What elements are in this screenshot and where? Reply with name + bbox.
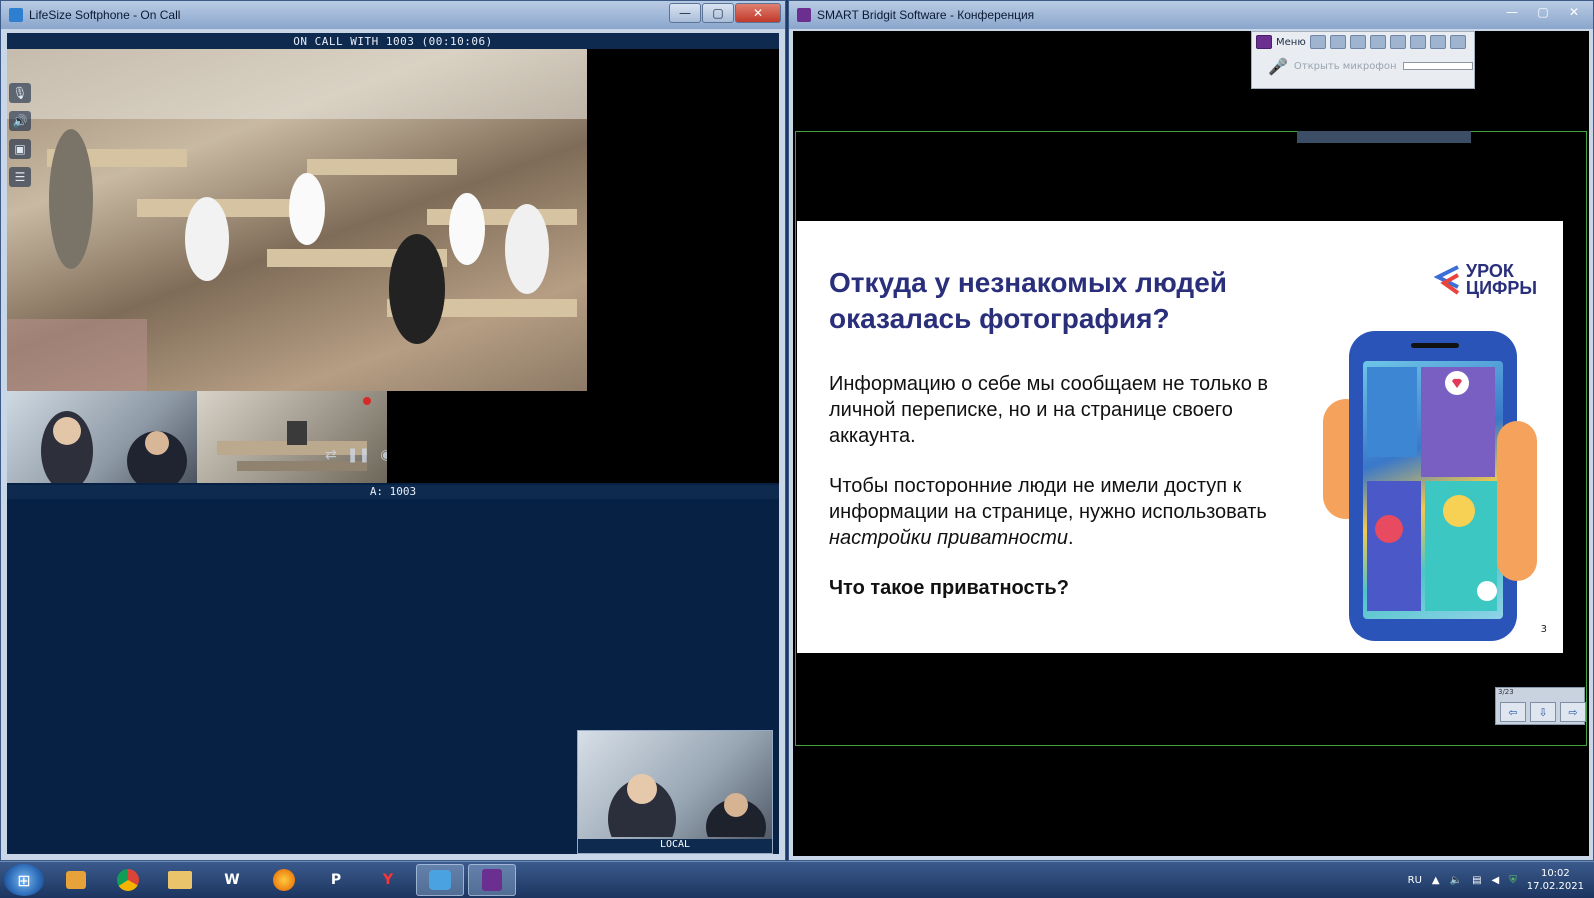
bridgit-toolbar: Меню 🎤 Открыть микрофон [1251, 31, 1475, 89]
minimize-button[interactable]: — [669, 3, 701, 23]
classroom-video-frame [7, 49, 587, 391]
social-collage-image [1367, 367, 1497, 611]
camera-icon[interactable]: ▣ [9, 139, 31, 159]
lifesize-titlebar[interactable]: LifeSize Softphone - On Call — ▢ ✕ [1, 1, 785, 29]
mic-mute-icon[interactable]: 🎙 [9, 83, 31, 103]
window-icon[interactable] [1369, 35, 1386, 49]
maximize-button[interactable]: ▢ [702, 3, 734, 23]
room-image [217, 421, 367, 471]
network-icon[interactable]: ▤ [1472, 875, 1481, 886]
chrome-icon[interactable] [104, 864, 152, 896]
lifesize-window: LifeSize Softphone - On Call — ▢ ✕ ON CA… [0, 0, 786, 861]
open-mic-button[interactable]: Открыть микрофон [1294, 61, 1397, 72]
powerpoint-icon[interactable]: P [312, 864, 360, 896]
language-indicator[interactable]: RU [1408, 875, 1422, 886]
call-status: ON CALL WITH 1003 (00:10:06) [7, 33, 779, 49]
firefox-icon[interactable] [260, 864, 308, 896]
explorer-icon[interactable] [156, 864, 204, 896]
security-shield-icon[interactable]: ⛨ [1509, 875, 1517, 886]
menu-button[interactable]: Меню [1276, 37, 1306, 48]
slide-paragraph-1: Информацию о себе мы сообщаем не только … [829, 373, 1268, 447]
thumbnail-empty-area [387, 391, 779, 483]
next-slide-arrow-icon[interactable]: ⇨ [1560, 702, 1586, 722]
microphone-icon: 🎤 [1268, 56, 1288, 76]
prev-slide-arrow-icon[interactable]: ⇦ [1500, 702, 1526, 722]
window-title: SMART Bridgit Software - Конференция [817, 8, 1035, 22]
participants-image [41, 411, 187, 483]
lifesize-app-icon [9, 8, 23, 22]
participant-thumbnail-1[interactable] [7, 391, 197, 483]
paragraph-2-lead: Чтобы посторонние люди не имели доступ к… [829, 475, 1267, 523]
remote-video: 🎙 🔊 ▣ ☰ [7, 49, 587, 391]
lifesize-taskbar-icon[interactable] [416, 864, 464, 896]
bridgit-logo-icon [1256, 35, 1272, 49]
local-video-image [608, 774, 766, 854]
local-label: LOCAL [578, 839, 772, 853]
volume-icon[interactable]: 🔈 [1450, 875, 1462, 886]
taskbar: ⊞ W P Y RU ▲ 🔈 ▤ ◀ ⛨ 10:02 17.02.2021 [0, 861, 1594, 898]
speaker-icon[interactable]: 🔊 [9, 111, 31, 131]
close-button[interactable]: ✕ [1559, 3, 1589, 21]
window-title: LifeSize Softphone - On Call [29, 8, 181, 22]
clock-date: 17.02.2021 [1526, 881, 1584, 892]
phone-screen-art [1363, 361, 1503, 619]
bridgit-window: SMART Bridgit Software - Конференция — ▢… [788, 0, 1594, 861]
local-video[interactable]: LOCAL [577, 730, 773, 854]
speaker-muted-icon[interactable]: ◀ [1492, 875, 1500, 886]
clock-time: 10:02 [1540, 868, 1570, 879]
layout-icon[interactable]: ☰ [9, 167, 31, 187]
hand-illustration-right [1497, 421, 1537, 581]
yandex-browser-icon[interactable]: Y [364, 864, 412, 896]
desktop-icon[interactable] [1349, 35, 1366, 49]
system-tray: RU ▲ 🔈 ▤ ◀ ⛨ 10:02 17.02.2021 [1408, 864, 1584, 896]
maximize-button[interactable]: ▢ [1528, 3, 1558, 21]
phone-speaker [1411, 343, 1459, 348]
start-button[interactable]: ⊞ [4, 864, 44, 896]
uroktsifry-logo: УРОК ЦИФРЫ [1433, 262, 1537, 298]
call-area: ON CALL WITH 1003 (00:10:06) 🎙 🔊 ▣ ☰ ⇄ ❚… [7, 33, 779, 854]
call-side-controls: 🎙 🔊 ▣ ☰ [9, 83, 33, 187]
download-icon[interactable]: ⇩ [1530, 702, 1556, 722]
swap-icon[interactable]: ⇄ [325, 447, 337, 463]
minimize-button[interactable]: — [1497, 3, 1527, 21]
privacy-settings-emphasis: настройки приватности [829, 527, 1069, 549]
bridgit-titlebar[interactable]: SMART Bridgit Software - Конференция — ▢… [789, 1, 1593, 29]
share-icon[interactable] [1329, 35, 1346, 49]
clock[interactable]: 10:02 17.02.2021 [1527, 867, 1584, 893]
media-player-icon[interactable] [52, 864, 100, 896]
video-letterbox [587, 49, 779, 391]
paragraph-2-tail: . [1068, 527, 1074, 549]
show-hidden-icons-icon[interactable]: ▲ [1432, 875, 1440, 886]
phone-illustration [1349, 331, 1517, 641]
slide-page-number: 3 [1540, 624, 1547, 635]
bridgit-taskbar-icon[interactable] [468, 864, 516, 896]
conference-area: Меню 🎤 Открыть микрофон Откуда у незнако… [793, 31, 1589, 856]
slide-navigator: 3/23 ⇦ ⇩ ⇨ [1495, 687, 1586, 725]
slide-question: Что такое приватность? [829, 577, 1069, 599]
slide-paragraph-2: Чтобы посторонние люди не имели доступ к… [829, 473, 1279, 551]
pointer-icon[interactable] [1389, 35, 1406, 49]
presenter-icon[interactable] [1309, 35, 1326, 49]
recording-indicator [363, 397, 371, 405]
remote-label: A: 1003 [7, 485, 779, 499]
logo-chevron-icon [1433, 265, 1460, 295]
participant-thumbnail-2[interactable] [197, 391, 387, 483]
pause-icon[interactable]: ❚❚ [347, 447, 370, 463]
slide-counter: 3/23 [1498, 688, 1514, 696]
close-button[interactable]: ✕ [735, 3, 781, 23]
word-icon[interactable]: W [208, 864, 256, 896]
participants-icon[interactable] [1449, 35, 1466, 49]
presentation-slide: Откуда у незнакомых людей оказалась фото… [797, 221, 1563, 653]
bridgit-app-icon [797, 8, 811, 22]
shared-window-tag [1297, 131, 1471, 143]
logo-line-2: ЦИФРЫ [1465, 278, 1537, 298]
remote-control-icon[interactable] [1429, 35, 1446, 49]
slide-title: Откуда у незнакомых людей оказалась фото… [829, 267, 1227, 334]
volume-meter [1402, 62, 1473, 70]
pen-icon[interactable] [1409, 35, 1426, 49]
